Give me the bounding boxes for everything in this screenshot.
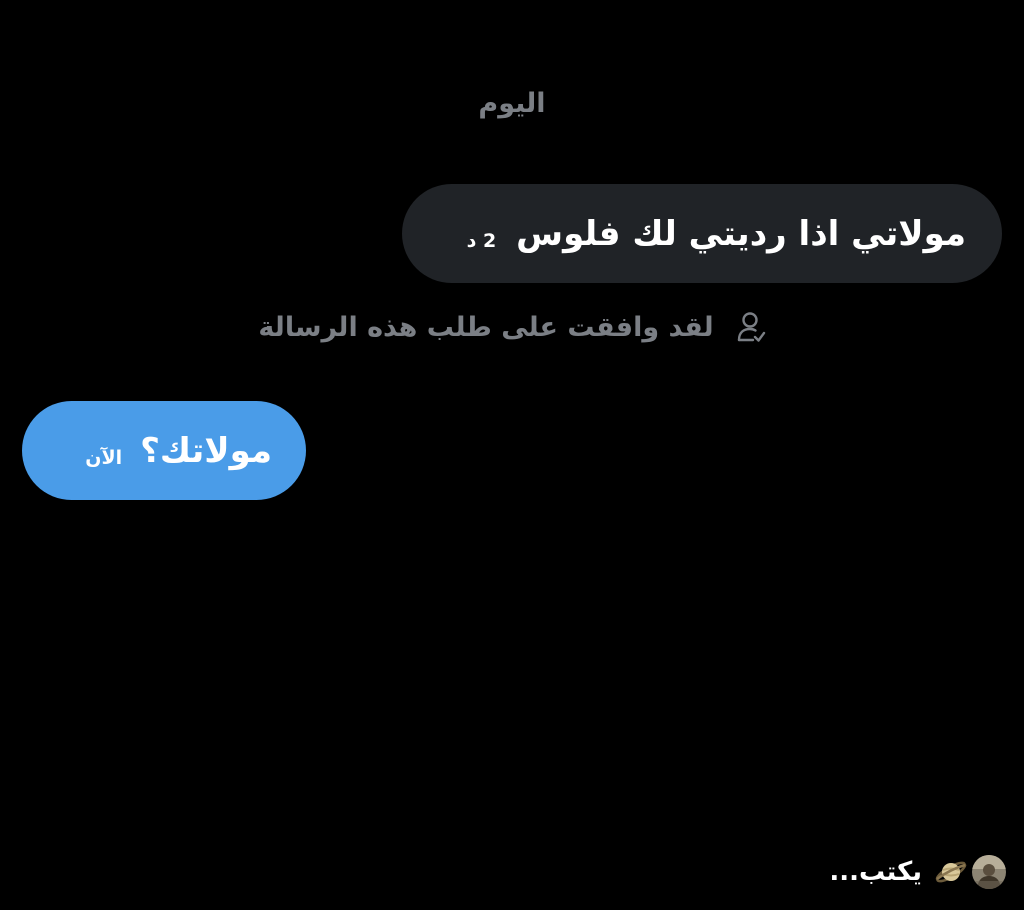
request-approved-text: لقد وافقت على طلب هذه الرسالة bbox=[258, 311, 714, 343]
message-text: مولاتي اذا رديتي لك فلوس bbox=[516, 213, 966, 254]
user-check-icon bbox=[736, 310, 766, 344]
message-timestamp: الآن bbox=[85, 446, 123, 469]
request-approved-notice: لقد وافقت على طلب هذه الرسالة bbox=[0, 310, 1024, 344]
saturn-avatar[interactable] bbox=[934, 855, 968, 889]
typing-indicator: يكتب... bbox=[829, 852, 1006, 892]
message-text: مولاتك؟ bbox=[140, 430, 272, 471]
typing-text: يكتب... bbox=[829, 857, 922, 887]
date-separator: اليوم bbox=[478, 88, 546, 119]
message-timestamp: 2 د bbox=[466, 229, 497, 252]
incoming-message-bubble[interactable]: 2 د مولاتي اذا رديتي لك فلوس bbox=[402, 184, 1002, 283]
profile-avatar[interactable] bbox=[972, 855, 1006, 889]
outgoing-message-bubble[interactable]: الآن مولاتك؟ bbox=[22, 401, 306, 500]
